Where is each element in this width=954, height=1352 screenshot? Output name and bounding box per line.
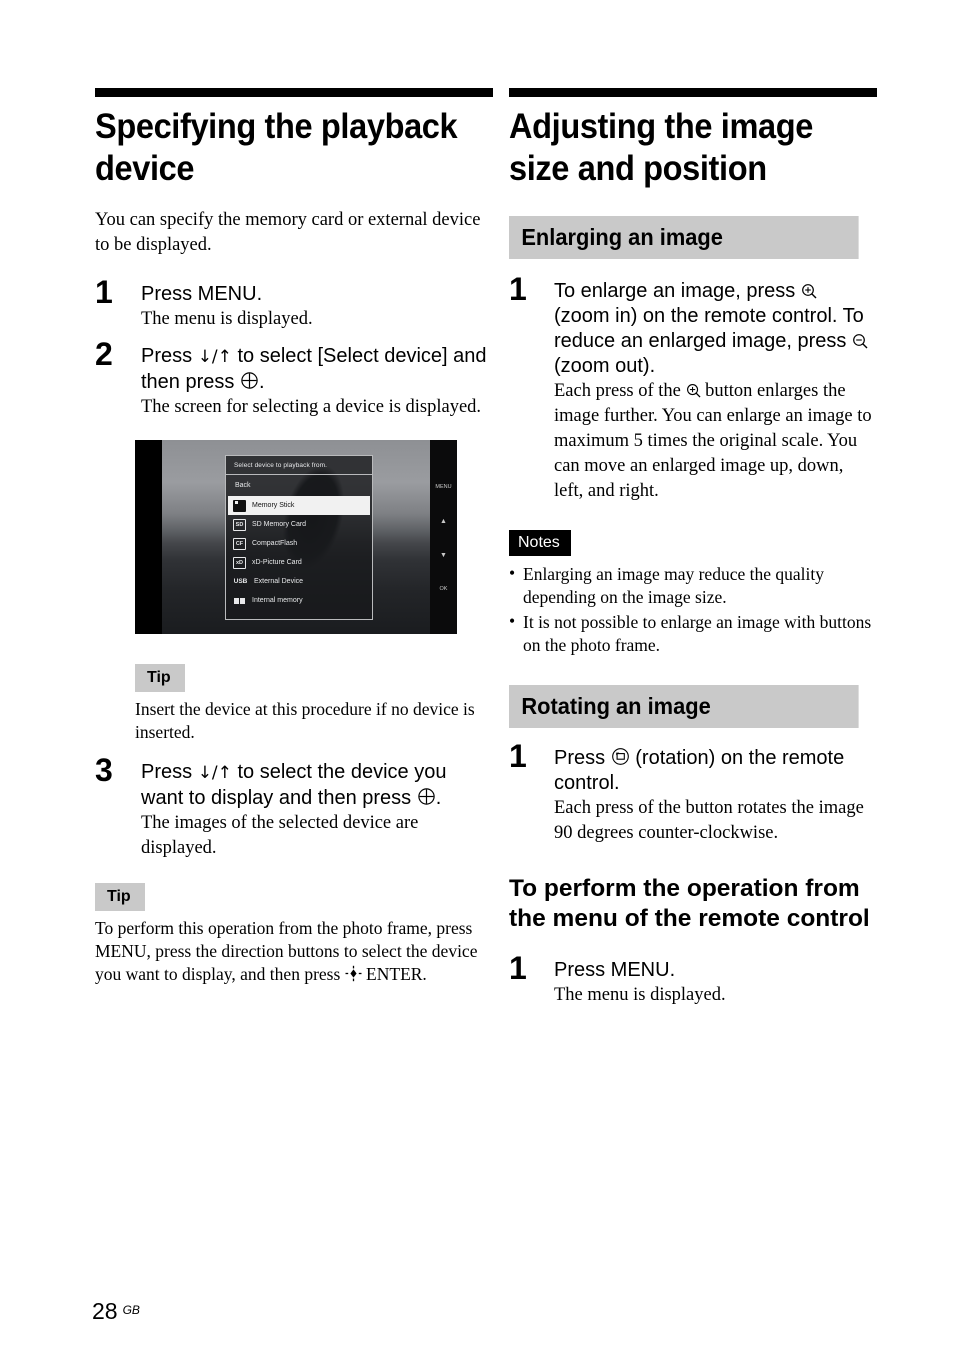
osd-item-label: SD Memory Card: [252, 521, 307, 528]
intro-paragraph: You can specify the memory card or exter…: [95, 210, 481, 255]
remote-menu-step-1: 1 Press MENU. The menu is displayed.: [509, 952, 877, 1008]
osd-item-label: Internal memory: [252, 597, 303, 604]
zoom-out-icon: [852, 333, 868, 349]
zoom-in-icon: [686, 383, 701, 398]
zoom-in-icon: [801, 283, 817, 299]
section-banner-rotating: Rotating an image: [509, 685, 859, 728]
osd-item-compactflash[interactable]: CF CompactFlash: [226, 534, 372, 553]
internal-memory-icon: [233, 595, 246, 607]
step-2-body: The screen for selecting a device is dis…: [141, 397, 482, 417]
left-column: Specifying the playback device You can s…: [95, 88, 493, 986]
notes-block: Notes Enlarging an image may reduce the …: [509, 530, 877, 657]
enter-button-icon: [417, 787, 436, 806]
step-3-body: The images of the selected device are di…: [141, 813, 419, 858]
step-3-title: Press ↓/↑ to select the device you want …: [141, 760, 493, 811]
sd-card-icon: SD: [233, 518, 246, 531]
ok-button-label[interactable]: OK: [430, 586, 457, 592]
step-3-title-part3: .: [435, 787, 442, 809]
enlarge-title-part1: To enlarge an image, press: [554, 280, 801, 302]
step-2-number: 2: [95, 336, 113, 372]
osd-item-label: External Device: [254, 578, 304, 585]
rotation-icon: [611, 747, 630, 766]
down-arrow-icon[interactable]: ▼: [430, 552, 457, 559]
compactflash-icon: CF: [233, 537, 246, 550]
tip-1-body: Insert the device at this procedure if n…: [135, 699, 475, 742]
remote-menu-step-1-title: Press MENU.: [554, 959, 676, 981]
rotate-step-1: 1 Press (rotation) on the remote control…: [509, 740, 877, 846]
memory-stick-icon: [233, 499, 246, 512]
step-1-number: 1: [95, 274, 113, 310]
enlarge-body-part1: Each press of the: [554, 381, 686, 401]
enter-button-icon: [240, 371, 259, 390]
enter-dpad-icon: [345, 965, 362, 982]
note-item: Enlarging an image may reduce the qualit…: [509, 562, 877, 609]
osd-item-label: Memory Stick: [252, 502, 295, 509]
osd-item-internal-memory[interactable]: Internal memory: [226, 591, 372, 610]
right-column: Adjusting the image size and position En…: [509, 88, 877, 1008]
section-banner-enlarging: Enlarging an image: [509, 216, 859, 259]
tip-1: Tip Insert the device at this procedure …: [95, 664, 493, 744]
enlarge-title-part2: (zoom in) on the remote control. To redu…: [554, 305, 864, 352]
page-number: 28: [92, 1298, 118, 1324]
remote-menu-step-1-body: The menu is displayed.: [554, 985, 726, 1005]
region-code: GB: [122, 1303, 140, 1317]
osd-item-sd-memory-card[interactable]: SD SD Memory Card: [226, 515, 372, 534]
page-footer: 28 GB: [92, 1298, 140, 1325]
note-item: It is not possible to enlarge an image w…: [509, 610, 877, 657]
tip-badge: Tip: [95, 883, 145, 911]
remote-menu-step-1-number: 1: [509, 950, 527, 986]
rotate-step-1-title: Press (rotation) on the remote control.: [554, 746, 877, 796]
osd-item-label: xD-Picture Card: [252, 559, 302, 566]
subheading-remote-menu: To perform the operation from the menu o…: [509, 875, 870, 932]
osd-item-xd-picture-card[interactable]: xD xD-Picture Card: [226, 553, 372, 572]
step-2-title-part3: .: [258, 371, 265, 393]
step-3-number: 3: [95, 752, 113, 788]
step-1-body: The menu is displayed.: [141, 309, 313, 329]
tip-2: Tip To perform this operation from the p…: [95, 883, 493, 986]
tip-2-body: To perform this operation from the photo…: [95, 917, 493, 986]
document-page: Specifying the playback device You can s…: [0, 0, 954, 1352]
on-screen-menu: Select device to playback from. Back Mem…: [225, 455, 373, 620]
step-3: 3 Press ↓/↑ to select the device you wan…: [95, 754, 493, 861]
notes-list: Enlarging an image may reduce the qualit…: [509, 562, 877, 657]
device-selection-screenshot: Select device to playback from. Back Mem…: [135, 440, 457, 634]
chapter-rule-right: [509, 88, 877, 97]
enlarge-step-1-body: Each press of the button enlarges the im…: [554, 379, 877, 504]
enlarge-step-1-title: To enlarge an image, press (zoom in) on …: [554, 279, 877, 379]
direction-arrows-icon: ↓/↑: [197, 763, 232, 783]
rotate-step-1-body: Each press of the button rotates the ima…: [554, 798, 864, 843]
step-2: 2 Press ↓/↑ to select [Select device] an…: [95, 338, 493, 420]
menu-button-label[interactable]: MENU: [430, 484, 457, 490]
osd-item-external-device[interactable]: USB External Device: [226, 572, 372, 591]
step-1: 1 Press MENU. The menu is displayed.: [95, 276, 493, 332]
page-title-left: Specifying the playback device: [95, 107, 458, 188]
up-arrow-icon[interactable]: ▲: [430, 518, 457, 525]
osd-item-label: CompactFlash: [252, 540, 298, 547]
direction-arrows-icon: ↓/↑: [197, 347, 232, 367]
chapter-rule-left: [95, 88, 493, 97]
osd-back-item[interactable]: Back: [226, 475, 372, 496]
rotate-step-1-number: 1: [509, 738, 527, 774]
xd-card-icon: xD: [233, 556, 246, 569]
device-side-buttons: MENU ▲ ▼ OK: [430, 440, 457, 634]
step-2-title: Press ↓/↑ to select [Select device] and …: [141, 344, 493, 395]
step-1-title: Press MENU.: [141, 283, 263, 305]
tip-2-body-part2: ENTER.: [361, 964, 427, 984]
osd-title: Select device to playback from.: [226, 456, 372, 475]
tip-badge: Tip: [135, 664, 185, 692]
enlarge-step-1-number: 1: [509, 271, 527, 307]
screenshot-wrapper: Select device to playback from. Back Mem…: [95, 440, 493, 634]
rotate-title-part1: Press: [554, 747, 611, 769]
notes-badge: Notes: [509, 530, 571, 556]
enlarge-step-1: 1 To enlarge an image, press (zoom in) o…: [509, 273, 877, 504]
usb-icon: USB: [233, 578, 248, 585]
step-3-title-part1: Press: [141, 761, 198, 783]
step-2-title-part1: Press: [141, 345, 198, 367]
enlarge-title-part3: (zoom out).: [554, 355, 656, 377]
page-title-right: Adjusting the image size and position: [509, 107, 813, 188]
osd-item-memory-stick[interactable]: Memory Stick: [228, 496, 370, 515]
